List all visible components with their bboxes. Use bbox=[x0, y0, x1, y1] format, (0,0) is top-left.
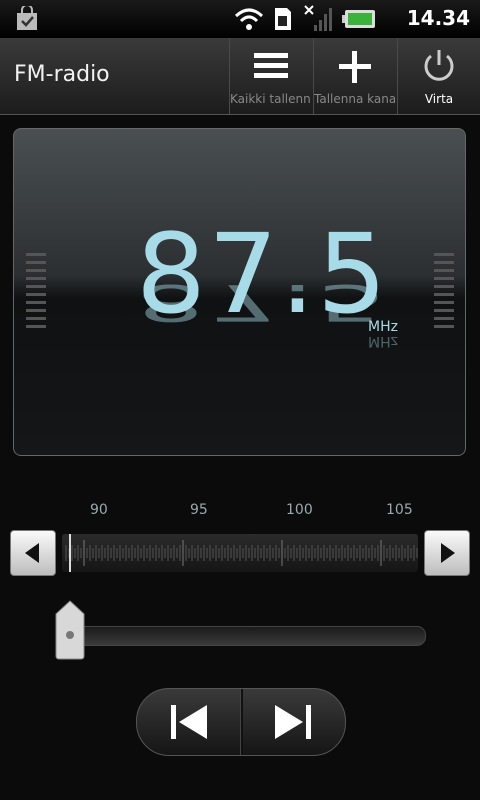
scale-label: 100 bbox=[286, 502, 313, 518]
arrow-right-icon bbox=[441, 543, 455, 563]
arrow-left-icon bbox=[25, 543, 39, 563]
next-station-button[interactable] bbox=[241, 689, 345, 755]
right-signal-meter bbox=[434, 253, 454, 328]
scale-label: 105 bbox=[386, 502, 413, 518]
tune-up-button[interactable] bbox=[424, 530, 470, 576]
page-title: FM-radio bbox=[14, 62, 110, 87]
power-button[interactable]: Virta bbox=[397, 38, 480, 114]
list-icon bbox=[253, 53, 288, 78]
volume-slider-track[interactable] bbox=[58, 626, 426, 646]
tuning-ticks bbox=[65, 534, 418, 572]
tuner-bar bbox=[10, 530, 470, 576]
scale-label: 95 bbox=[190, 502, 208, 518]
previous-station-button[interactable] bbox=[137, 689, 241, 755]
power-icon bbox=[424, 50, 454, 81]
scale-label: 90 bbox=[90, 502, 108, 518]
save-station-label: Tallenna kanava bbox=[314, 92, 395, 106]
shopping-bag-icon bbox=[17, 6, 37, 30]
skip-previous-icon bbox=[171, 705, 207, 739]
wifi-icon bbox=[234, 8, 264, 30]
tune-down-button[interactable] bbox=[10, 530, 56, 576]
skip-next-icon bbox=[275, 705, 311, 739]
left-signal-meter bbox=[26, 253, 46, 328]
all-saved-label: Kaikki tallennetut bbox=[230, 92, 311, 106]
frequency-display: 87.5 87.5 MHz MHz bbox=[13, 128, 466, 456]
frequency-unit-reflection: MHz bbox=[368, 333, 398, 349]
all-saved-button[interactable]: Kaikki tallennetut bbox=[229, 38, 311, 114]
volume-slider-thumb[interactable] bbox=[54, 600, 86, 660]
status-bar: 14.34 bbox=[0, 0, 480, 38]
tuning-dial[interactable] bbox=[62, 534, 418, 572]
status-time: 14.34 bbox=[406, 6, 470, 30]
battery-charging-icon bbox=[342, 10, 375, 28]
plus-icon bbox=[338, 51, 371, 83]
no-signal-icon bbox=[304, 5, 332, 31]
frequency-reflection: 87.5 bbox=[136, 273, 389, 332]
power-label: Virta bbox=[424, 92, 454, 106]
save-station-button[interactable]: Tallenna kanava bbox=[313, 38, 395, 114]
transport-controls bbox=[136, 688, 346, 756]
sd-card-icon bbox=[275, 8, 291, 30]
action-bar: FM-radio Kaikki tallennetut Tallenna kan… bbox=[0, 38, 480, 115]
